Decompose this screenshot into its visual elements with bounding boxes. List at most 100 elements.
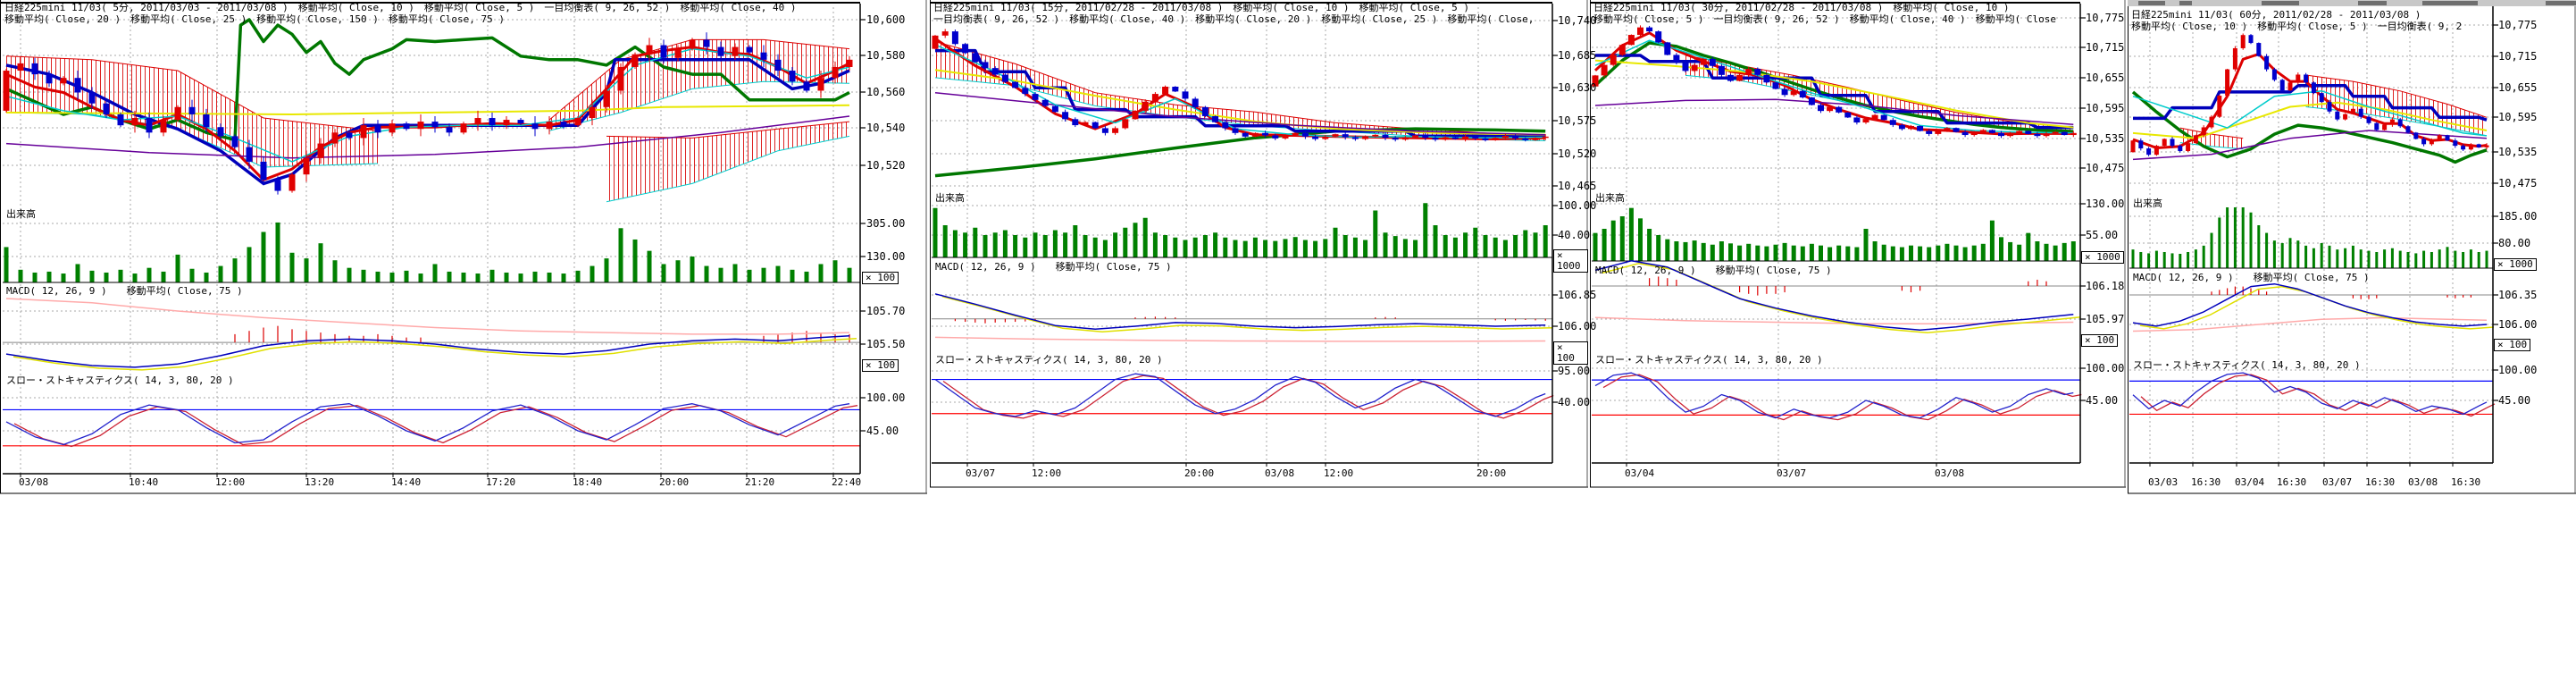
volume-axis-label: 80.00 [2498,238,2530,248]
time-axis-label: 03/08 [1935,468,1964,479]
chart-window-15min: 日経225mini 11/03( 15分, 2011/02/28 - 2011/… [930,0,1588,490]
volume-axis-label: 100.00 [1558,200,1596,211]
price-axis-label: 10,475 [2086,163,2124,173]
chart-title: 日経225mini 11/03( 5分, 2011/03/03 - 2011/0… [4,2,865,13]
volume-axis-label: 130.00 [2086,198,2124,209]
volume-bars [1592,208,2080,261]
scrollbar-segment[interactable] [2262,1,2299,5]
time-axis-label: 12:00 [215,477,245,488]
chart-title: 日経225mini 11/03( 15分, 2011/02/28 - 2011/… [933,2,1556,13]
volume-section-label: 出来高 [935,193,965,204]
time-axis-label: 22:40 [832,477,861,488]
macd-indicator [3,299,860,370]
macd-axis-label: 105.70 [866,306,905,316]
stochastics-axis-label: 45.00 [2086,395,2118,406]
stochastics-axis-label: 40.00 [1558,397,1590,408]
stochastics-section-label: スロー・ストキャスティクス( 14, 3, 80, 20 ) [2133,360,2361,371]
chart-window-30min: 日経225mini 11/03( 30分, 2011/02/28 - 2011/… [1590,0,2126,490]
time-axis-label: 20:00 [659,477,689,488]
volume-section-label: 出来高 [2133,198,2162,209]
volume-scale-unit: × 1000 [2081,251,2124,264]
price-axis-label: 10,685 [1558,50,1596,61]
scrollbar-segment[interactable] [2546,1,2576,5]
price-axis-label: 10,520 [866,160,905,171]
price-axis-label: 10,595 [2498,112,2537,122]
stochastics-axis-label: 100.00 [2086,363,2124,374]
macd-scale-unit: × 100 [2494,339,2530,351]
macd-scale-unit: × 100 [1553,341,1588,365]
volume-bars [932,203,1552,257]
scrollbar-segment[interactable] [2179,1,2192,5]
time-axis-label: 03/04 [1625,468,1654,479]
time-axis-label: 03/08 [2408,477,2438,488]
time-axis-label: 18:40 [573,477,602,488]
time-axis-label: 21:20 [745,477,774,488]
volume-axis-label: 130.00 [866,251,905,262]
chart-canvas [930,0,1588,490]
stochastics-axis-label: 45.00 [866,425,899,436]
macd-axis-label: 106.35 [2498,290,2537,300]
volume-axis-label: 55.00 [2086,230,2118,240]
price-axis-label: 10,580 [866,50,905,61]
horizontal-scrollbar[interactable] [2128,0,2576,6]
price-axis-label: 10,715 [2498,51,2537,62]
price-axis-label: 10,465 [1558,181,1596,191]
time-axis-label: 17:20 [486,477,515,488]
time-axis-label: 20:00 [1476,468,1506,479]
macd-section-label: MACD( 12, 26, 9 ) 移動平均( Close, 75 ) [1595,265,1832,276]
chart-canvas [0,0,927,495]
chart-indicator-legend: 移動平均( Close, 20 ) 移動平均( Close, 25 ) 移動平均… [4,13,865,25]
macd-axis-label: 106.00 [1558,321,1596,332]
price-axis-label: 10,560 [866,87,905,97]
macd-section-label: MACD( 12, 26, 9 ) 移動平均( Close, 75 ) [2133,273,2370,283]
volume-axis-label: 40.00 [1558,230,1590,240]
chart-indicator-legend: 一目均衡表( 9, 26, 52 ) 移動平均( Close, 40 ) 移動平… [933,13,1556,25]
price-axis-label: 10,715 [2086,42,2124,53]
macd-section-label: MACD( 12, 26, 9 ) 移動平均( Close, 75 ) [6,286,243,297]
axes-frame [1590,0,2126,487]
macd-indicator [932,294,1552,341]
chart-window-5min: 日経225mini 11/03( 5分, 2011/03/03 - 2011/0… [0,0,927,495]
time-axis-label: 12:00 [1032,468,1061,479]
price-axis-label: 10,600 [866,14,905,25]
price-axis-label: 10,595 [2086,103,2124,114]
stochastics-section-label: スロー・ストキャスティクス( 14, 3, 80, 20 ) [1595,355,1823,366]
volume-scale-unit: × 1000 [1553,249,1588,273]
slow-stochastics-indicator [1592,373,2081,419]
time-axis-label: 03/07 [2322,477,2352,488]
stochastics-axis-label: 100.00 [866,392,905,403]
time-axis-label: 10:40 [129,477,158,488]
macd-section-label: MACD( 12, 26, 9 ) 移動平均( Close, 75 ) [935,262,1172,273]
price-axis-label: 10,775 [2498,20,2537,30]
macd-indicator [2129,284,2494,332]
time-axis-label: 03/07 [1777,468,1806,479]
trading-app-workspace: 日経225mini 11/03( 5分, 2011/03/03 - 2011/0… [0,0,2576,690]
time-axis-label: 03/04 [2235,477,2264,488]
time-axis-label: 03/07 [966,468,995,479]
volume-scale-unit: × 100 [862,272,899,284]
price-axis-label: 10,535 [2498,147,2537,157]
slow-stochastics-indicator [2129,373,2495,416]
macd-scale-unit: × 100 [862,359,899,372]
stochastics-section-label: スロー・ストキャスティクス( 14, 3, 80, 20 ) [6,375,234,386]
volume-axis-label: 185.00 [2498,211,2537,222]
chart-indicator-legend: 移動平均( Close, 10 ) 移動平均( Close, 5 ) 一目均衡表… [2131,21,2497,32]
price-axis-label: 10,655 [2498,82,2537,93]
time-axis-label: 16:30 [2451,477,2480,488]
scrollbar-segment[interactable] [2358,1,2387,5]
price-axis-label: 10,740 [1558,15,1596,26]
scrollbar-segment[interactable] [2422,1,2478,5]
moving-average-lines [935,38,1545,175]
stochastics-axis-label: 95.00 [1558,366,1590,376]
time-axis-label: 13:20 [305,477,334,488]
macd-axis-label: 105.50 [866,339,905,349]
time-axis-label: 03/03 [2148,477,2178,488]
price-axis-label: 10,520 [1558,148,1596,159]
macd-axis-label: 105.97 [2086,314,2124,324]
time-axis-label: 16:30 [2277,477,2306,488]
macd-axis-label: 106.00 [2498,319,2537,330]
scrollbar-segment[interactable] [2138,1,2165,5]
macd-axis-label: 106.18 [2086,281,2124,291]
price-axis-label: 10,475 [2498,178,2537,189]
slow-stochastics-indicator [932,374,1553,418]
